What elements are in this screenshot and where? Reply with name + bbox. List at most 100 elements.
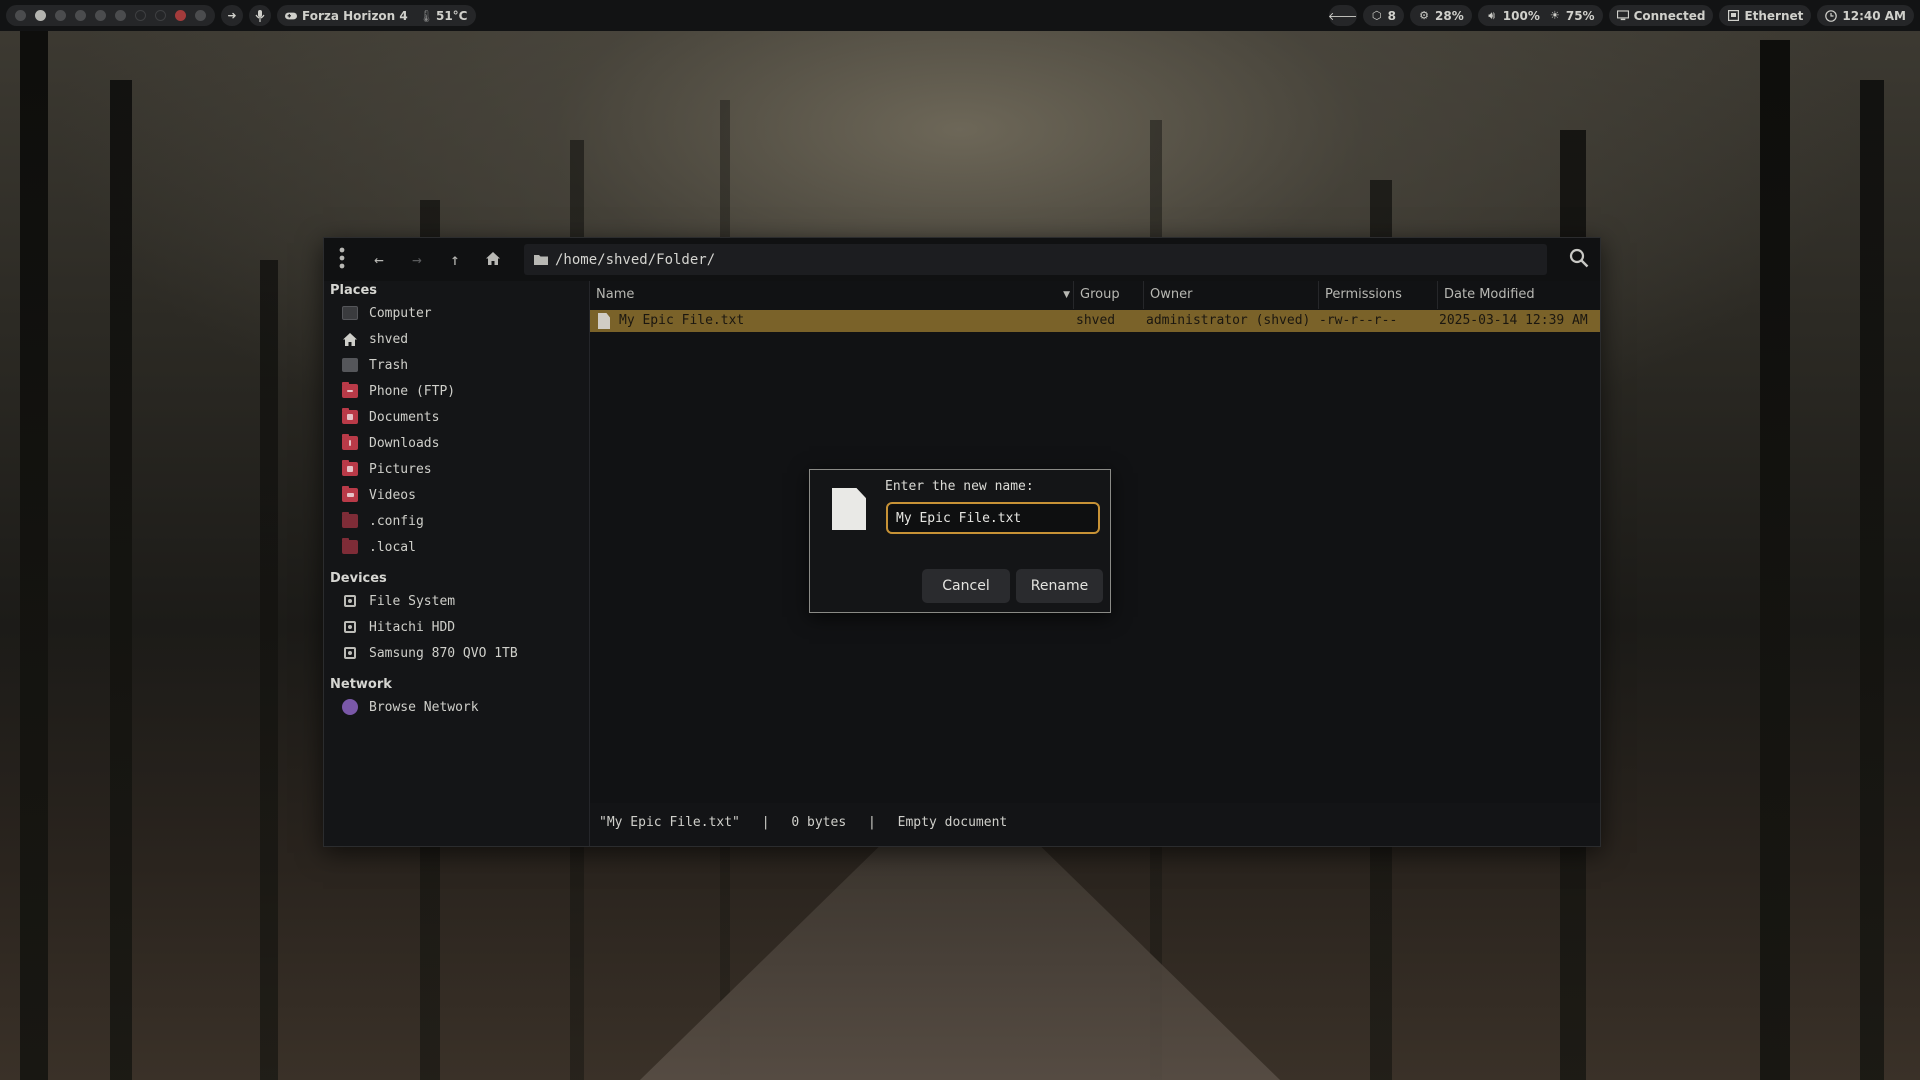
clock-icon — [1825, 9, 1838, 22]
sidebar-item-pictures[interactable]: Pictures — [342, 458, 432, 480]
sidebar-item-file-system[interactable]: File System — [342, 590, 455, 612]
sidebar-item-local[interactable]: .local — [342, 536, 416, 558]
microphone-button[interactable] — [249, 5, 271, 26]
workspace-7[interactable] — [135, 10, 146, 21]
status-separator: | — [868, 815, 876, 830]
sidebar-item-downloads[interactable]: Downloads — [342, 432, 439, 454]
sidebar-item-label: Samsung 870 QVO 1TB — [369, 645, 518, 661]
sidebar-item-label: Videos — [369, 487, 416, 503]
workspace-6[interactable] — [115, 10, 126, 21]
arrow-left-icon: ← — [374, 250, 384, 269]
workspace-5[interactable] — [95, 10, 106, 21]
sidebar-item-phone-ftp[interactable]: Phone (FTP) — [342, 380, 455, 402]
workspace-2[interactable] — [35, 10, 46, 21]
volume-level: 100% — [1502, 8, 1540, 23]
drive-icon — [344, 595, 356, 607]
sidebar-item-samsung-ssd[interactable]: Samsung 870 QVO 1TB — [342, 642, 518, 664]
sidebar-item-label: File System — [369, 593, 456, 609]
home-icon — [342, 332, 358, 346]
location-bar[interactable]: /home/shved/Folder/ — [524, 244, 1547, 275]
new-name-input[interactable] — [886, 502, 1100, 534]
workspace-switcher[interactable] — [6, 5, 215, 26]
column-date-modified[interactable]: Date Modified — [1437, 281, 1601, 309]
volume-pill[interactable]: 🔊︎ 100% ☀ 75% — [1477, 5, 1603, 26]
sidebar-item-browse-network[interactable]: Browse Network — [342, 696, 479, 718]
workspace-4[interactable] — [75, 10, 86, 21]
active-window-title: Forza Horizon 4 — [302, 8, 408, 23]
column-headers: Name ▼ Group Owner Permissions Date Modi… — [590, 281, 1600, 309]
file-name: My Epic File.txt — [619, 313, 745, 328]
cpu-pill[interactable]: ⚙ 28% — [1410, 5, 1472, 26]
computer-icon — [342, 306, 358, 320]
drive-icon — [344, 647, 356, 659]
sidebar-item-config[interactable]: .config — [342, 510, 424, 532]
column-group[interactable]: Group — [1073, 281, 1144, 309]
workspace-3[interactable] — [55, 10, 66, 21]
rename-button[interactable]: Rename — [1016, 569, 1103, 603]
top-panel: ➜ Forza Horizon 4 🌡︎ 51°C 🡐 ⬡ 8 ⚙ 28% 🔊︎… — [0, 0, 1920, 31]
speaker-icon: 🔊︎ — [1488, 8, 1496, 22]
arrow-up-icon: ↑ — [450, 250, 460, 269]
folder-icon — [342, 382, 358, 398]
sidebar-item-trash[interactable]: Trash — [342, 354, 408, 376]
status-bar: "My Epic File.txt" | 0 bytes | Empty doc… — [590, 811, 1600, 835]
sidebar-item-label: Trash — [369, 357, 409, 373]
status-size: 0 bytes — [791, 815, 847, 830]
table-row[interactable]: My Epic File.txt shved administrator (sh… — [590, 310, 1600, 332]
home-button[interactable] — [474, 238, 512, 281]
sidebar-item-home[interactable]: shved — [342, 328, 408, 350]
folder-videos-icon — [342, 486, 358, 502]
brightness-icon: ☀ — [1549, 9, 1560, 22]
sidebar-item-hitachi-hdd[interactable]: Hitachi HDD — [342, 616, 455, 638]
menu-button[interactable] — [324, 238, 360, 281]
active-window-pill[interactable]: Forza Horizon 4 🌡︎ 51°C — [277, 5, 476, 26]
file-permissions: -rw-r--r-- — [1319, 313, 1398, 328]
updates-pill[interactable]: ⬡ 8 — [1362, 5, 1405, 26]
arrow-button[interactable]: ➜ — [221, 5, 243, 26]
folder-documents-icon — [342, 408, 358, 424]
up-button[interactable]: ↑ — [436, 238, 474, 281]
cancel-button[interactable]: Cancel — [922, 569, 1010, 603]
forward-button[interactable]: → — [398, 238, 436, 281]
sidebar-item-label: Phone (FTP) — [369, 383, 456, 399]
folder-pictures-icon — [342, 460, 358, 476]
microphone-icon — [255, 9, 265, 22]
document-icon — [832, 488, 866, 530]
updates-count: 8 — [1387, 8, 1397, 23]
brightness-level: 75% — [1565, 8, 1595, 23]
sidebar-item-computer[interactable]: Computer — [342, 302, 432, 324]
clock-pill[interactable]: 12:40 AM — [1817, 5, 1914, 26]
folder-icon — [342, 512, 358, 528]
text-file-icon — [598, 313, 610, 329]
workspace-8[interactable] — [155, 10, 166, 21]
back-button[interactable]: 🡐 — [1328, 5, 1357, 26]
workspace-9[interactable] — [175, 10, 186, 21]
ethernet-pill[interactable]: Ethernet — [1719, 5, 1812, 26]
sort-desc-icon: ▼ — [1063, 290, 1070, 300]
folder-icon — [534, 254, 548, 265]
file-group: shved — [1076, 313, 1116, 328]
sidebar: Places Computer shved Trash Phone (FTP) … — [324, 281, 590, 846]
location-path: /home/shved/Folder/ — [555, 251, 716, 268]
status-type: Empty document — [897, 815, 1008, 830]
back-button[interactable]: ← — [360, 238, 398, 281]
column-owner[interactable]: Owner — [1143, 281, 1318, 309]
network-icon — [342, 699, 358, 715]
sidebar-item-label: .config — [369, 513, 424, 529]
ethernet-label: Ethernet — [1744, 8, 1804, 23]
search-icon — [1569, 248, 1589, 272]
workspace-10[interactable] — [195, 10, 206, 21]
network-status-pill[interactable]: Connected — [1608, 5, 1714, 26]
sidebar-item-documents[interactable]: Documents — [342, 406, 439, 428]
ethernet-icon — [1727, 10, 1739, 22]
column-permissions[interactable]: Permissions — [1318, 281, 1437, 309]
column-name-label: Name — [596, 287, 635, 302]
file-owner: administrator (shved) — [1146, 313, 1311, 328]
temperature-value: 51°C — [435, 8, 468, 23]
column-owner-label: Owner — [1150, 287, 1193, 302]
column-name[interactable]: Name ▼ — [590, 281, 1078, 309]
search-button[interactable] — [1563, 244, 1594, 275]
column-permissions-label: Permissions — [1325, 287, 1402, 302]
sidebar-item-videos[interactable]: Videos — [342, 484, 416, 506]
workspace-1[interactable] — [15, 10, 26, 21]
